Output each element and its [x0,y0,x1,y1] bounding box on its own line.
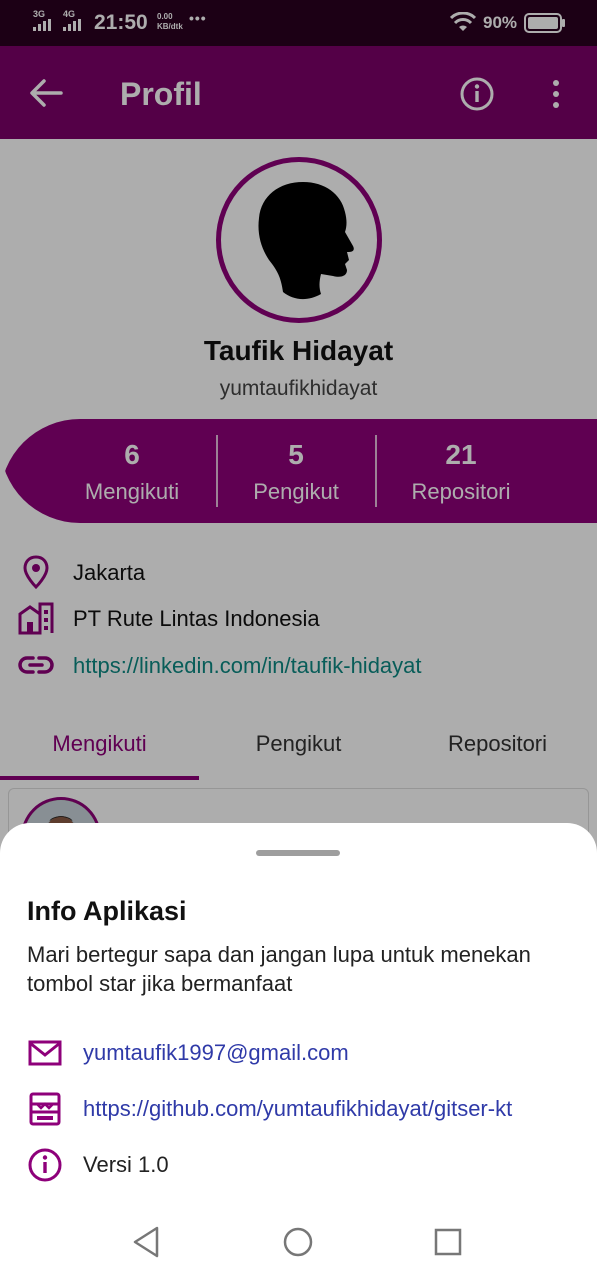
email-link[interactable]: yumtaufik1997@gmail.com [83,1040,349,1066]
sheet-description: Mari bertegur sapa dan jangan lupa untuk… [27,942,531,996]
repo-link[interactable]: https://github.com/yumtaufikhidayat/gits… [83,1096,512,1122]
sheet-title: Info Aplikasi [27,896,187,926]
repository-icon [29,1092,61,1126]
nav-home-icon[interactable] [278,1222,318,1262]
nav-recents-icon[interactable] [428,1222,468,1262]
drag-handle[interactable] [256,850,340,856]
system-nav-bar [0,1200,597,1280]
nav-back-icon[interactable] [127,1222,167,1262]
version-text: Versi 1.0 [83,1152,169,1177]
email-row[interactable]: yumtaufik1997@gmail.com [27,1035,587,1071]
info-icon [28,1148,62,1182]
email-icon [28,1040,62,1066]
repo-row[interactable]: https://github.com/yumtaufikhidayat/gits… [27,1091,587,1127]
version-row: Versi 1.0 [27,1147,587,1183]
